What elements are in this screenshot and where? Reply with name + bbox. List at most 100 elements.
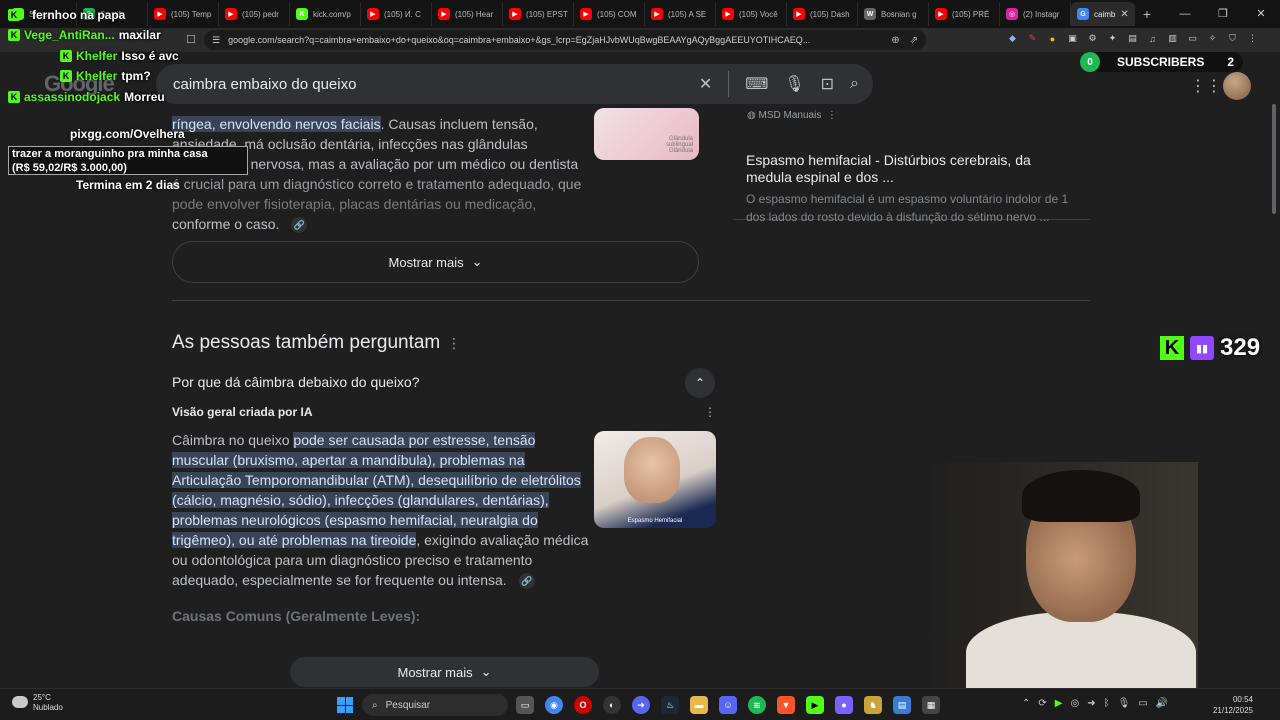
- kick-icon[interactable]: ▶: [806, 696, 824, 714]
- calculator-icon[interactable]: ▦: [922, 696, 940, 714]
- discord-icon[interactable]: ☺: [719, 696, 737, 714]
- source-name: ◍ MSD Manuais ⋮: [747, 110, 837, 121]
- tab-label: (105) PRÉ: [952, 9, 990, 19]
- wallet-icon[interactable]: ▭: [1186, 32, 1199, 45]
- clear-icon[interactable]: ✕: [699, 74, 712, 94]
- extension-icon[interactable]: ◆: [1006, 32, 1019, 45]
- highlighted-text: pode ser causada por estresse, tensão mu…: [172, 432, 581, 548]
- bluetooth-icon[interactable]: ᛒ: [1104, 698, 1110, 709]
- folder-icon[interactable]: ▬: [690, 696, 708, 714]
- lens-icon[interactable]: ⊡: [821, 74, 834, 94]
- clock[interactable]: 00:54 21/12/2025: [1207, 694, 1253, 716]
- extension-icon[interactable]: ▤: [1126, 32, 1139, 45]
- tab[interactable]: ▶ (105) Hear: [432, 2, 503, 26]
- source-card[interactable]: ◍ MSD Manuais ⋮ Espasmo hemifacial - Dis…: [733, 104, 1090, 224]
- obs-icon[interactable]: ◐: [603, 696, 621, 714]
- play-icon[interactable]: ▶: [1055, 698, 1063, 709]
- tab[interactable]: ▶ (105) Você: [716, 2, 787, 26]
- show-more-button[interactable]: Mostrar mais ⌄: [172, 241, 699, 283]
- answer-thumbnail[interactable]: Espasmo Hemifacial: [594, 431, 716, 528]
- twitch-icon: ▮▮: [1190, 336, 1214, 360]
- puzzle-icon[interactable]: ✦: [1106, 32, 1119, 45]
- notepad-icon[interactable]: ▤: [893, 696, 911, 714]
- shield-icon[interactable]: ⛉: [1226, 32, 1239, 45]
- tab[interactable]: ▶ (105) EPST: [503, 2, 574, 26]
- chat-message: K Vege_AntiRan... maxilar: [8, 28, 161, 42]
- tab-label: (105) EPST: [526, 9, 568, 19]
- new-tab-button[interactable]: +: [1135, 6, 1159, 22]
- maximize-button[interactable]: ❐: [1204, 0, 1242, 28]
- tab-favicon-icon: ▶: [793, 8, 805, 20]
- tab[interactable]: Gcaimb ✕: [1071, 2, 1135, 26]
- avatar[interactable]: [1223, 72, 1251, 100]
- causes-heading: Causas Comuns (Geralmente Leves):: [172, 608, 421, 624]
- keyboard-icon[interactable]: ⌨: [745, 74, 768, 94]
- tab[interactable]: ▶ (105) COM: [574, 2, 645, 26]
- opera-icon[interactable]: O: [574, 696, 592, 714]
- sync-icon[interactable]: ⟳: [1038, 698, 1046, 709]
- link-icon[interactable]: 🔗: [518, 573, 535, 590]
- tab[interactable]: Kkick.com/p: [290, 2, 361, 26]
- extension-icon[interactable]: ▣: [1066, 32, 1079, 45]
- extension-icon[interactable]: ✎: [1026, 32, 1039, 45]
- tab[interactable]: ▶ (105) Dash: [787, 2, 858, 26]
- volume-icon[interactable]: 🔊: [1156, 698, 1168, 709]
- paa-question[interactable]: Por que dá câimbra debaixo do queixo?: [172, 374, 420, 390]
- app-icon[interactable]: ◎: [1070, 698, 1079, 709]
- network-icon[interactable]: ▭: [1138, 698, 1147, 709]
- address-bar[interactable]: ☰ google.com/search?q=caimbra+embaixo+do…: [204, 30, 926, 50]
- source-title[interactable]: Espasmo hemifacial - Distúrbios cerebrai…: [746, 152, 1076, 186]
- kick-icon: K: [8, 9, 20, 21]
- spotify-icon[interactable]: ≋: [748, 696, 766, 714]
- zoom-icon[interactable]: ⊕: [891, 35, 899, 46]
- chevron-down-icon: ⌄: [471, 254, 483, 269]
- search-input[interactable]: caimbra embaixo do queixo ✕ ⌨ 🎙 ⊡ ⌕: [156, 64, 873, 104]
- close-tab-icon[interactable]: ✕: [1120, 9, 1128, 20]
- close-window-button[interactable]: ✕: [1242, 0, 1280, 28]
- show-more-button[interactable]: Mostrar mais ⌄: [290, 657, 599, 687]
- sidebar-icon[interactable]: ▥: [1166, 32, 1179, 45]
- tab[interactable]: ▶ (105) A SE: [645, 2, 716, 26]
- tab[interactable]: ▶ (105) PRÉ: [929, 2, 1000, 26]
- share-icon[interactable]: ⇗: [910, 35, 918, 46]
- extensions-bar: ◆ ✎ ● ▣ ⚙ ✦ ▤ ♫ ▥ ▭ ✧ ⛉ ⋮: [1006, 32, 1259, 45]
- taskbar-search[interactable]: ⌕ Pesquisar: [362, 694, 508, 716]
- microphone-icon[interactable]: 🎙: [1118, 698, 1131, 709]
- tab[interactable]: W Bosnian g: [858, 2, 929, 26]
- tab-favicon-icon: ◎: [1006, 8, 1018, 20]
- ai-icon[interactable]: ✧: [1206, 32, 1219, 45]
- system-tray: ⌃ ⟳ ▶ ◎ ➜ ᛒ 🎙 ▭ 🔊: [1022, 698, 1168, 709]
- search-icon[interactable]: ⌕: [850, 75, 859, 93]
- tab[interactable]: ▶ (105) И. С: [361, 2, 432, 26]
- app-icon[interactable]: ♞: [864, 696, 882, 714]
- donation-goal: trazer a moranguinho pra minha casa (R$ …: [8, 146, 248, 175]
- kick-icon: K: [8, 29, 20, 41]
- extension-icon[interactable]: ●: [1046, 32, 1059, 45]
- more-options-icon[interactable]: ⋮: [704, 405, 716, 419]
- minimize-button[interactable]: —: [1166, 0, 1204, 28]
- link-icon[interactable]: 🔗: [291, 217, 308, 234]
- result-thumbnail[interactable]: Glândula sublingual Glândula: [594, 108, 699, 160]
- chevron-down-icon: ⌄: [480, 664, 492, 679]
- arrow-icon[interactable]: ➜: [1087, 698, 1095, 709]
- chat-text: Morreu: [124, 90, 165, 104]
- steam-icon[interactable]: ♨: [661, 696, 679, 714]
- more-options-icon[interactable]: ⋮: [447, 335, 461, 352]
- tab-label: (105) A SE: [668, 9, 707, 19]
- tab[interactable]: ◎ (2) Instagr: [1000, 2, 1071, 26]
- app-icon[interactable]: ➜: [632, 696, 650, 714]
- task-view-icon[interactable]: ▭: [516, 696, 534, 714]
- extension-icon[interactable]: ⚙: [1086, 32, 1099, 45]
- chevron-up-icon[interactable]: ⌃: [685, 368, 715, 398]
- scrollbar[interactable]: [1272, 104, 1276, 214]
- tab-favicon-icon: ▶: [935, 8, 947, 20]
- chevron-up-icon[interactable]: ⌃: [1022, 698, 1030, 709]
- music-icon[interactable]: ♫: [1146, 32, 1159, 45]
- microphone-icon[interactable]: 🎙: [784, 74, 804, 94]
- app-icon[interactable]: ●: [835, 696, 853, 714]
- menu-icon[interactable]: ⋮: [1246, 32, 1259, 45]
- weather-widget[interactable]: 25°C Nublado: [12, 693, 63, 713]
- chrome-icon[interactable]: ◉: [545, 696, 563, 714]
- start-button[interactable]: [337, 697, 353, 713]
- brave-icon[interactable]: ▼: [777, 696, 795, 714]
